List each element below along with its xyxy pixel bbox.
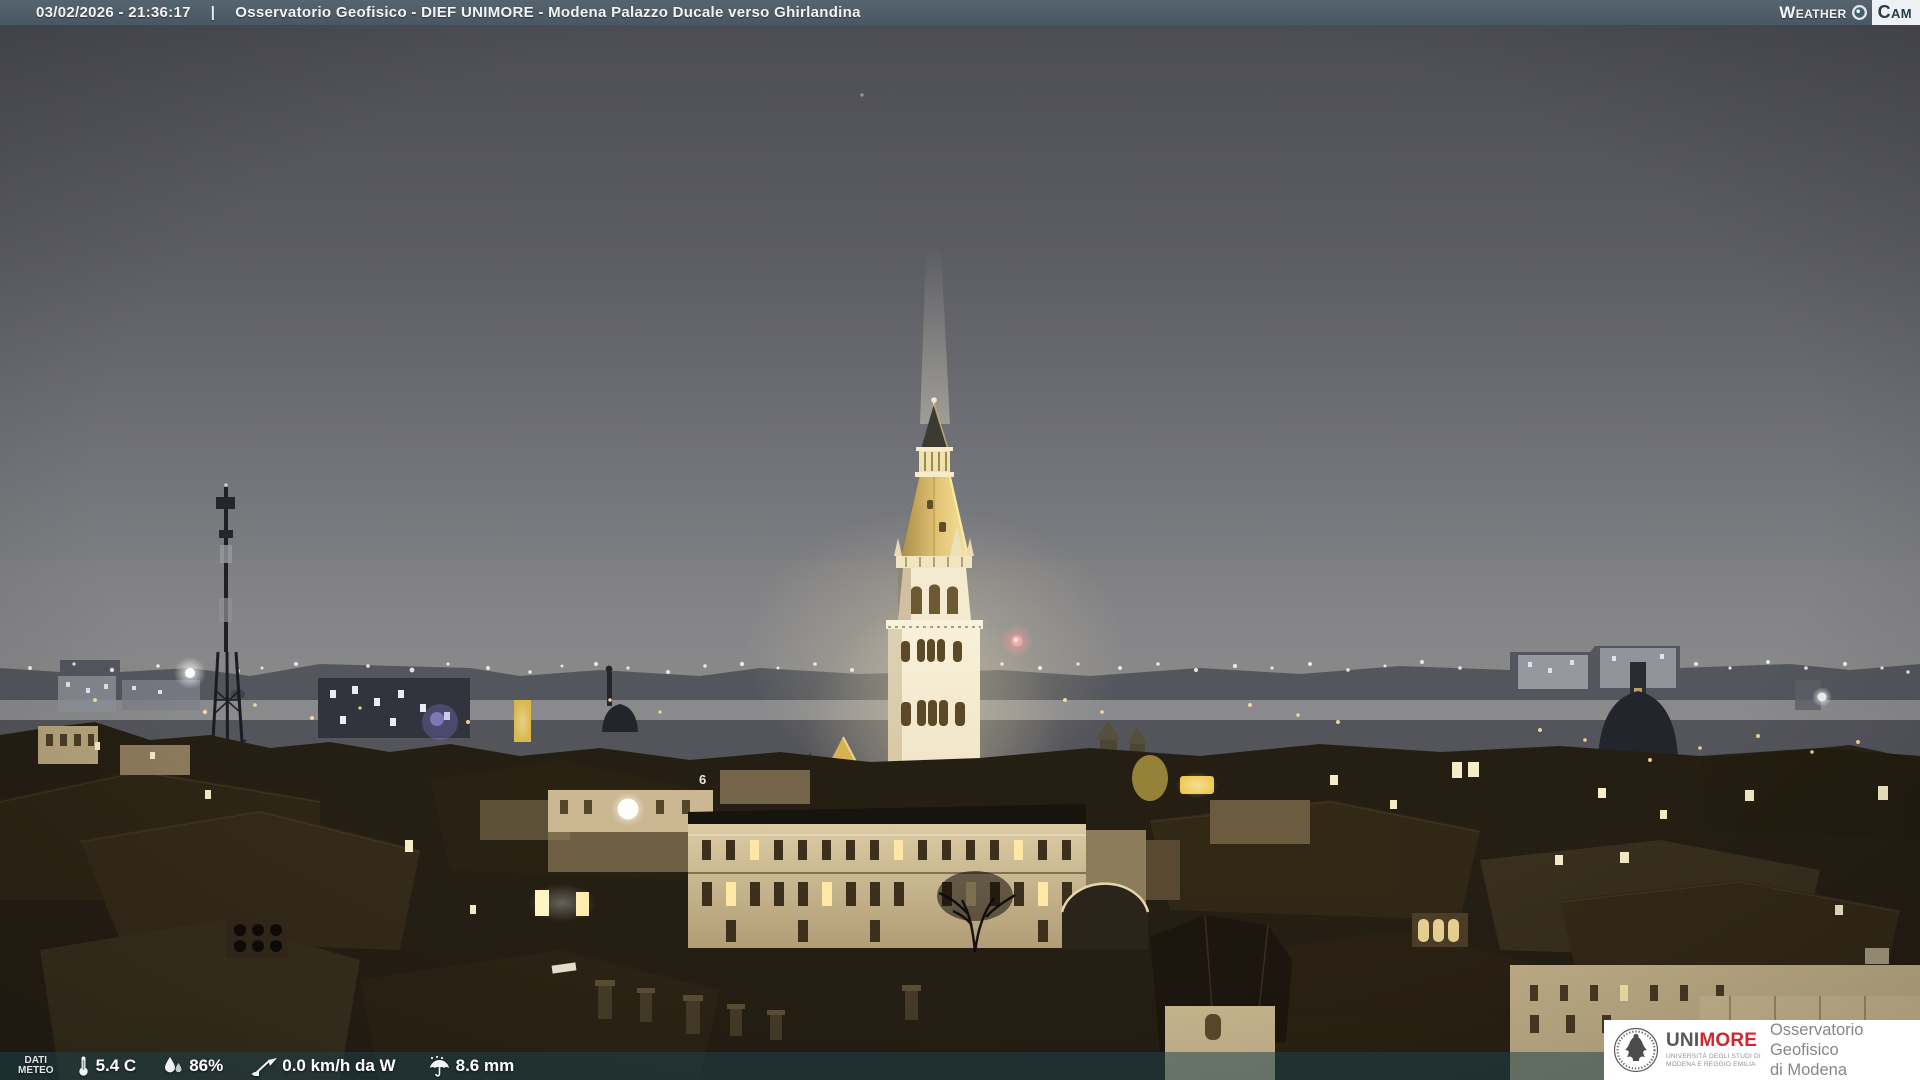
temperature-reading: 5.4 C [76, 1055, 136, 1077]
rain-reading: 8.6 mm [428, 1055, 514, 1077]
wind-reading: 0.0 km/h da W [251, 1056, 396, 1076]
camera-lens-icon [1851, 4, 1868, 21]
webcam-frame: 6 [0, 0, 1920, 1080]
humidity-reading: 86% [162, 1056, 223, 1076]
timestamp: 03/02/2026 - 21:36:17 [36, 4, 191, 21]
wind-vane-icon [251, 1058, 278, 1076]
observatory-name: Osservatorio Geofisico di Modena [1769, 1020, 1864, 1080]
header-bar: 03/02/2026 - 21:36:17 | Osservatorio Geo… [0, 0, 1920, 25]
weathercam-word-weather: Weather [1779, 2, 1847, 22]
header-separator: | [210, 4, 216, 21]
unimore-logo-box: UNIMORE UNIVERSITÀ DEGLI STUDI DI MODENA… [1604, 1020, 1920, 1080]
weathercam-word-cam: Cam [1871, 0, 1920, 25]
unimore-seal-icon [1613, 1027, 1659, 1073]
data-label: DATI METEO [18, 1054, 54, 1076]
humidity-drops-icon [165, 1057, 182, 1073]
camera-title: Osservatorio Geofisico - DIEF UNIMORE - … [235, 4, 861, 21]
umbrella-icon [429, 1055, 449, 1077]
webcam-scene: 6 [0, 0, 1920, 1080]
weathercam-logo: Weather Cam [1779, 0, 1920, 25]
unimore-wordmark: UNIMORE UNIVERSITÀ DEGLI STUDI DI MODENA… [1666, 1029, 1761, 1068]
thermometer-icon [78, 1056, 88, 1076]
